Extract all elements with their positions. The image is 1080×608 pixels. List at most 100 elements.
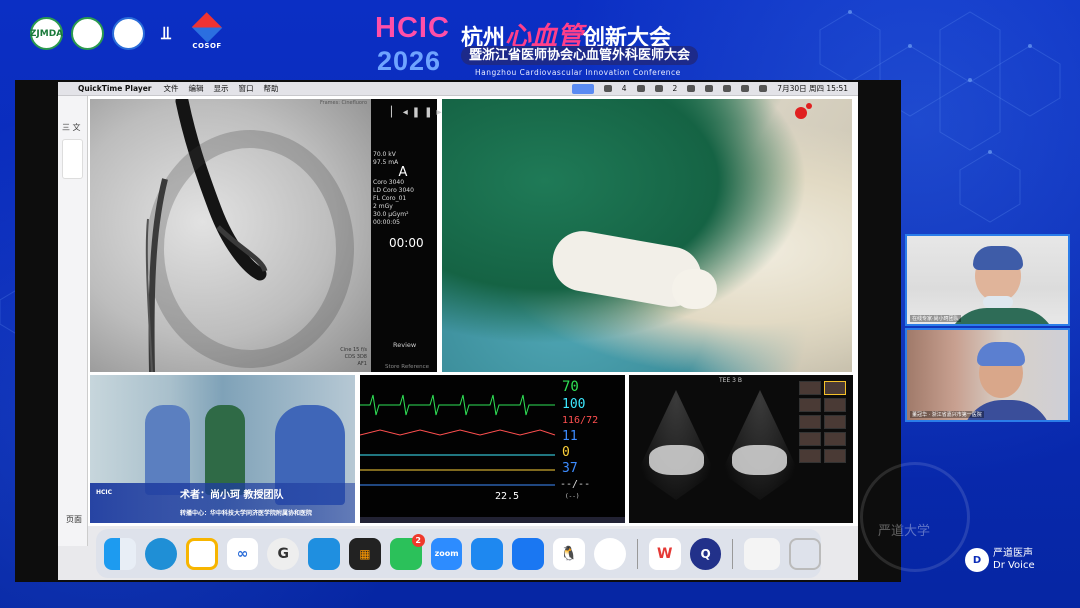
- xray-top-label: Frames: Cinefluoro: [320, 100, 367, 106]
- param: FL Coro_01: [373, 195, 407, 202]
- watermark-text: 严道大学: [878, 524, 931, 539]
- echo-thumbnail[interactable]: [824, 415, 846, 429]
- tencent-meeting-icon[interactable]: [308, 537, 340, 570]
- status-icon[interactable]: [654, 85, 663, 92]
- status-icon[interactable]: [603, 85, 612, 92]
- xray-info: AF1: [357, 361, 367, 367]
- qq-icon[interactable]: 🐧: [553, 537, 585, 570]
- echo-thumbnail[interactable]: [824, 398, 846, 412]
- surgeon-figure: [145, 405, 190, 495]
- mac-menubar: QuickTime Player 文件 编辑 显示 窗口 帮助 4 2 7月30…: [58, 82, 858, 96]
- status-count-a: 4: [621, 84, 627, 93]
- quicktime-icon[interactable]: Q: [689, 537, 722, 570]
- surgeon-hand: [672, 269, 717, 309]
- xray-info: CDS 3D8: [344, 354, 367, 360]
- calculator-icon[interactable]: ▦: [349, 537, 381, 570]
- echo-thumbnail[interactable]: [799, 398, 821, 412]
- param: LD Coro 3040: [373, 187, 414, 194]
- status-icon[interactable]: [636, 85, 645, 92]
- dr-voice-logo-icon: D: [965, 548, 989, 572]
- dock-separator: [732, 538, 734, 569]
- feishu-icon[interactable]: [471, 537, 504, 570]
- zoom-label: zoom: [434, 549, 459, 558]
- surgical-field-view: [442, 99, 852, 372]
- status-icon[interactable]: [687, 85, 696, 92]
- caption-center: 转播中心：华中科技大学同济医学院附属协和医院: [180, 510, 313, 517]
- university-logo: ⫫: [160, 23, 172, 44]
- conference-subtitle: 暨浙江省医师协会心血管外科医师大会: [461, 46, 699, 65]
- heart-rate-value: 70: [562, 379, 579, 395]
- cosof-text: COSOF: [192, 42, 222, 50]
- menu-file[interactable]: 文件: [164, 83, 179, 94]
- shared-screen: QuickTime Player 文件 编辑 显示 窗口 帮助 4 2 7月30…: [58, 82, 858, 580]
- cosof-logo: COSOF: [187, 12, 227, 50]
- echo-thumbnail[interactable]: [799, 449, 821, 463]
- caption-logo: HCIC: [96, 489, 113, 496]
- echo-thumbnail[interactable]: [824, 449, 846, 463]
- vital-value: 0: [562, 445, 570, 460]
- preview-icon[interactable]: [744, 537, 781, 570]
- lark-icon[interactable]: [512, 537, 545, 570]
- menu-help[interactable]: 帮助: [264, 83, 279, 94]
- menu-app-name[interactable]: QuickTime Player: [78, 84, 152, 93]
- store-reference-button[interactable]: Store Reference: [385, 363, 429, 371]
- echo-thumbnail[interactable]: [799, 432, 821, 446]
- xray-info: Cine 15 f/s: [340, 347, 367, 353]
- screen-share-icon[interactable]: [571, 83, 594, 94]
- xray-overlay: Cine 15 f/s CDS 3D8 AF1: [340, 347, 367, 368]
- pause-icon[interactable]: ❚❚: [412, 107, 437, 118]
- conference-english: Hangzhou Cardiovascular Innovation Confe…: [475, 68, 681, 77]
- status-count-b: 2: [672, 84, 678, 93]
- zoom-icon[interactable]: zoom: [430, 537, 463, 570]
- status-icon[interactable]: [723, 85, 732, 92]
- surgeon-figure: [205, 405, 245, 495]
- vitals-monitor: 70 100 116/72 11 0 37 --/-- (--) 22.5: [360, 375, 625, 523]
- echo-thumbnail[interactable]: [824, 381, 846, 395]
- finder-icon[interactable]: [104, 537, 136, 570]
- dr-voice-text: 严道医声 Dr Voice: [993, 548, 1035, 572]
- status-icon[interactable]: [705, 85, 714, 92]
- participant-tile[interactable]: 董冠华 · 浙江省嘉兴市第一医院: [905, 328, 1070, 422]
- notes-icon[interactable]: [185, 537, 218, 570]
- exposure-params: 70.0 kV 97.5 mA A Coro 3040 LD Coro 3040…: [373, 151, 433, 227]
- hospital-logo: [112, 17, 145, 50]
- battery-icon[interactable]: [759, 85, 768, 92]
- vital-value: 22.5: [495, 491, 520, 502]
- review-button[interactable]: Review: [393, 341, 416, 349]
- surgical-mask: [983, 296, 1013, 308]
- avatar-app-icon[interactable]: [593, 537, 626, 570]
- mac-dock: ∞ G ▦ 2 zoom 🐧 W Q: [96, 529, 822, 578]
- menu-edit[interactable]: 编辑: [189, 83, 204, 94]
- echo-thumbnails: [799, 381, 849, 463]
- vital-dash-paren: (--): [565, 493, 580, 500]
- association-logo: [71, 17, 104, 50]
- brand-name-en: Dr Voice: [993, 560, 1035, 571]
- edge-icon[interactable]: [144, 537, 177, 570]
- baidu-icon[interactable]: ∞: [226, 537, 259, 570]
- prev-icon[interactable]: ▏◂: [391, 107, 412, 118]
- echo-thumbnail[interactable]: [824, 432, 846, 446]
- caption-surgeon: 术者：尚小珂 教授团队: [180, 490, 284, 501]
- wechat-icon[interactable]: 2: [389, 533, 425, 570]
- catheter-image: [145, 94, 354, 373]
- or-camera-view: HCIC 术者：尚小珂 教授团队 转播中心：华中科技大学同济医学院附属协和医院: [90, 375, 355, 523]
- sponsor-logos: ZJMDA ⫫ COSOF: [30, 12, 227, 50]
- hcic-wordmark: HCIC: [375, 12, 450, 44]
- wps-icon[interactable]: W: [648, 537, 681, 570]
- camera-logo-icon: [795, 107, 807, 119]
- playback-buttons: ▏◂❚❚▸: [391, 107, 446, 118]
- trash-icon[interactable]: [789, 537, 822, 570]
- university-watermark: [860, 462, 970, 572]
- ghost-icon[interactable]: G: [267, 537, 300, 570]
- wifi-icon[interactable]: [741, 85, 750, 92]
- video-player[interactable]: Frames: Cinefluoro Cine 15 f/s CDS 3D8 A…: [88, 94, 858, 526]
- participant-tile[interactable]: 在线专家·尚小珂团队: [905, 234, 1070, 326]
- echo-thumbnail[interactable]: [799, 415, 821, 429]
- menu-window[interactable]: 窗口: [239, 83, 254, 94]
- brand-name-cn: 严道医声: [993, 548, 1033, 559]
- menu-view[interactable]: 显示: [214, 83, 229, 94]
- doc-thumbnail[interactable]: [62, 139, 83, 179]
- dr-voice-brand: D 严道医声 Dr Voice: [965, 548, 1035, 572]
- menubar-clock[interactable]: 7月30日 周四 15:51: [777, 83, 848, 94]
- echo-thumbnail[interactable]: [799, 381, 821, 395]
